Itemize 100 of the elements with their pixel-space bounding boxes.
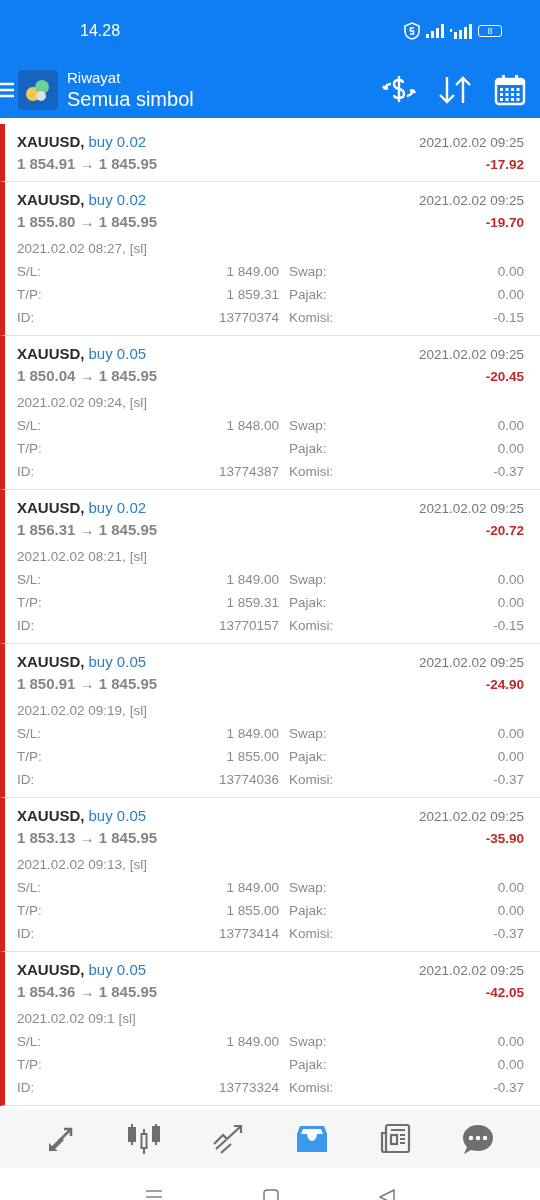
calendar-icon[interactable] (494, 74, 526, 106)
close-reason: [sl] (129, 240, 148, 258)
field-value: -0.15 (493, 310, 524, 325)
open-time: 2021.02.02 09:13, (17, 856, 126, 874)
deal-profit: -20.72 (485, 522, 524, 540)
field-value: 13770157 (218, 618, 279, 633)
battery-level: 8 (478, 25, 502, 37)
field-label: S/L: (17, 879, 42, 897)
field-value: 1 859.31 (226, 595, 279, 610)
field-value: -0.15 (493, 618, 524, 633)
field-value: 0.00 (497, 441, 524, 456)
field-value: 0.00 (497, 880, 524, 895)
field-value: 1 849.00 (226, 264, 279, 279)
field-label: Swap: (289, 1033, 328, 1051)
field-label: ID: (17, 617, 36, 635)
deal-side-volume: buy 0.02 (88, 498, 148, 518)
close-time: 2021.02.02 09:25 (418, 192, 524, 210)
status-time: 14.28 (80, 22, 122, 40)
field-label: T/P: (17, 902, 43, 920)
field-label: Pajak: (289, 286, 328, 304)
field-value: 13773324 (218, 1080, 279, 1095)
symbol-filter[interactable]: Semua simbol (67, 88, 382, 111)
deal-row[interactable]: XAUUSD, buy 0.05 2021.02.02 09:25 1 850.04 → 1 845.95 -20.45 2021.02.02 09:24, [sl] S/L: 1 848.00 Swap: 0.00 T/P: Pajak: 0.00 ID: 13774387 Komisi: -0.37 (0, 336, 540, 490)
app-logo (18, 70, 58, 110)
deal-symbol: XAUUSD, (17, 806, 85, 826)
deal-row[interactable]: XAUUSD, buy 0.02 2021.02.02 09:25 1 855.80 → 1 845.95 -19.70 2021.02.02 08:27, [sl] S/L: 1 849.00 Swap: 0.00 T/P: 1 859.31 Pajak: 0.00 ID: 13770374 Komisi: -0.15 (0, 182, 540, 336)
back-icon[interactable] (379, 1188, 395, 1200)
field-label: Swap: (289, 725, 328, 743)
close-time: 2021.02.02 09:25 (418, 134, 524, 152)
field-value: 0.00 (497, 1057, 524, 1072)
field-label: Komisi: (289, 1079, 335, 1097)
field-label: Swap: (289, 263, 328, 281)
deal-side-volume: buy 0.05 (88, 652, 148, 672)
field-value: 0.00 (497, 726, 524, 741)
deal-row[interactable]: XAUUSD, buy 0.02 2021.02.02 09:25 1 856.31 → 1 845.95 -20.72 2021.02.02 08:21, [sl] S/L: 1 849.00 Swap: 0.00 T/P: 1 859.31 Pajak: 0.00 ID: 13770157 Komisi: -0.15 (0, 490, 540, 644)
trend-lines-icon (212, 1124, 245, 1154)
deal-profit: -19.70 (485, 214, 524, 232)
deal-profit: -20.45 (485, 368, 524, 386)
deal-side-volume: buy 0.05 (88, 344, 148, 364)
field-value: 1 849.00 (226, 572, 279, 587)
open-time: 2021.02.02 09:19, (17, 702, 126, 720)
home-icon[interactable] (263, 1188, 279, 1200)
deal-prices: 1 850.04 → 1 845.95 (17, 366, 159, 386)
deal-row[interactable]: XAUUSD, buy 0.05 2021.02.02 09:25 1 853.13 → 1 845.95 -35.90 2021.02.02 09:13, [sl] S/L: 1 849.00 Swap: 0.00 T/P: 1 855.00 Pajak: 0.00 ID: 13773414 Komisi: -0.37 (0, 798, 540, 952)
field-label: Komisi: (289, 771, 335, 789)
chat-bubble-icon (462, 1123, 495, 1155)
deal-symbol: XAUUSD, (17, 498, 85, 518)
close-reason: [sl] (129, 702, 148, 720)
field-value: -0.37 (493, 1080, 524, 1095)
close-reason: [sl] (129, 394, 148, 412)
field-value: 13773414 (218, 926, 279, 941)
field-label: ID: (17, 309, 36, 327)
field-value: 0.00 (497, 903, 524, 918)
menu-icon[interactable] (0, 81, 14, 99)
deal-row[interactable]: XAUUSD, buy 0.02 2021.02.02 09:25 1 854.91 → 1 845.95 -17.92 (0, 124, 540, 182)
field-value: 1 849.00 (226, 880, 279, 895)
field-label: S/L: (17, 571, 42, 589)
close-time: 2021.02.02 09:25 (418, 962, 524, 980)
field-label: Komisi: (289, 463, 335, 481)
field-label: ID: (17, 925, 36, 943)
field-value: 0.00 (497, 418, 524, 433)
mobile-data-icon (450, 23, 472, 39)
field-value: 13770374 (218, 310, 279, 325)
deal-prices: 1 850.91 → 1 845.95 (17, 674, 159, 694)
deal-profit: -42.05 (485, 984, 524, 1002)
menu-icon[interactable] (145, 1188, 163, 1200)
deal-profit: -17.92 (485, 156, 524, 174)
open-time: 2021.02.02 08:21, (17, 548, 126, 566)
field-value: -0.37 (493, 926, 524, 941)
deal-prices: 1 853.13 → 1 845.95 (17, 828, 159, 848)
deal-symbol: XAUUSD, (17, 190, 85, 210)
deal-row[interactable]: XAUUSD, buy 0.05 2021.02.02 09:25 1 850.91 → 1 845.95 -24.90 2021.02.02 09:19, [sl] S/L: 1 849.00 Swap: 0.00 T/P: 1 855.00 Pajak: 0.00 ID: 13774036 Komisi: -0.37 (0, 644, 540, 798)
field-label: S/L: (17, 417, 42, 435)
field-value: 1 855.00 (226, 903, 279, 918)
field-value: 1 859.31 (226, 287, 279, 302)
close-time: 2021.02.02 09:25 (418, 808, 524, 826)
field-label: Pajak: (289, 748, 328, 766)
sort-icon[interactable] (438, 75, 472, 105)
close-reason: [sl] (118, 1010, 136, 1028)
deal-symbol: XAUUSD, (17, 652, 85, 672)
field-value: 0.00 (497, 749, 524, 764)
deal-profit: -35.90 (485, 830, 524, 848)
field-value: 0.00 (497, 572, 524, 587)
field-label: ID: (17, 1079, 36, 1097)
close-reason: [sl] (129, 548, 148, 566)
field-label: Pajak: (289, 594, 328, 612)
field-value: 0.00 (497, 264, 524, 279)
field-value: 1 849.00 (226, 1034, 279, 1049)
deal-prices: 1 855.80 → 1 845.95 (17, 212, 159, 232)
field-value: 13774036 (218, 772, 279, 787)
deal-side-volume: buy 0.02 (88, 132, 148, 152)
deal-prices: 1 856.31 → 1 845.95 (17, 520, 159, 540)
field-value: -0.37 (493, 772, 524, 787)
field-label: T/P: (17, 286, 43, 304)
newspaper-icon (378, 1123, 411, 1155)
deal-side-volume: buy 0.05 (88, 960, 148, 980)
field-value: 1 855.00 (226, 749, 279, 764)
field-label: T/P: (17, 1056, 43, 1074)
field-label: Komisi: (289, 925, 335, 943)
field-label: Swap: (289, 417, 328, 435)
